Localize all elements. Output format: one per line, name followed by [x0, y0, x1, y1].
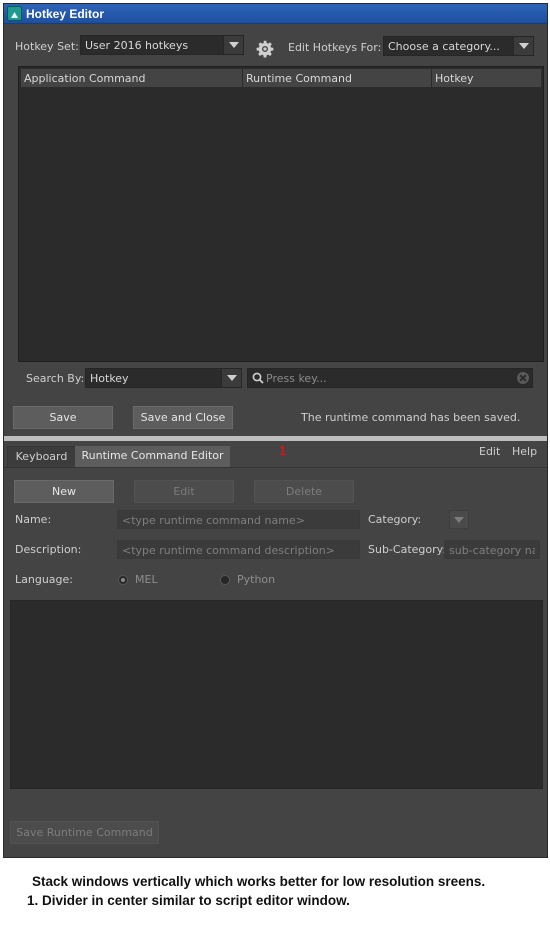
sub-category-label: Sub-Category:: [368, 543, 447, 556]
annotation-line-2: 1. Divider in center similar to script e…: [27, 893, 350, 908]
annotation-notes: Stack windows vertically which works bet…: [27, 872, 547, 910]
pane-divider[interactable]: [4, 436, 547, 441]
hotkey-table[interactable]: Application Command Runtime Command Hotk…: [18, 66, 544, 362]
category-value: Choose a category...: [388, 40, 500, 53]
radio-mel-label: MEL: [135, 573, 158, 586]
radio-python[interactable]: [220, 575, 230, 585]
save-button[interactable]: Save: [13, 406, 113, 429]
category-dropdown[interactable]: Choose a category...: [383, 36, 534, 56]
chevron-down-icon: [223, 36, 243, 54]
search-type-dropdown[interactable]: Hotkey: [85, 368, 242, 388]
column-header-runtime-command[interactable]: Runtime Command: [243, 69, 432, 87]
annotation-marker: 1: [279, 443, 287, 458]
save-runtime-command-button[interactable]: Save Runtime Command: [10, 821, 159, 844]
menu-help[interactable]: Help: [512, 445, 537, 458]
description-field[interactable]: [117, 540, 360, 559]
edit-command-button[interactable]: Edit: [134, 480, 234, 503]
sub-category-field[interactable]: [444, 540, 540, 559]
menu-edit[interactable]: Edit: [479, 445, 500, 458]
new-command-button[interactable]: New: [14, 480, 114, 503]
annotation-line-1: Stack windows vertically which works bet…: [32, 874, 486, 889]
clear-icon[interactable]: [517, 372, 529, 384]
search-field[interactable]: [247, 368, 533, 388]
search-by-label: Search By:: [26, 372, 85, 385]
description-label: Description:: [15, 543, 82, 556]
status-message: The runtime command has been saved.: [301, 411, 521, 424]
column-header-application-command[interactable]: Application Command: [21, 69, 243, 87]
radio-python-label: Python: [237, 573, 276, 586]
gear-icon[interactable]: [256, 40, 274, 58]
name-field[interactable]: [117, 510, 360, 529]
table-header: Application Command Runtime Command Hotk…: [21, 69, 541, 87]
tab-runtime-command-editor[interactable]: Runtime Command Editor: [75, 446, 230, 467]
hotkey-set-dropdown[interactable]: User 2016 hotkeys: [80, 35, 244, 55]
sub-category-input[interactable]: [449, 543, 535, 557]
command-script-editor[interactable]: [10, 600, 543, 789]
hotkey-editor-window: Hotkey Editor Hotkey Set: User 2016 hotk…: [3, 3, 548, 858]
edit-hotkeys-for-label: Edit Hotkeys For:: [288, 41, 382, 54]
name-input[interactable]: [122, 513, 355, 527]
radio-mel[interactable]: [118, 575, 128, 585]
name-label: Name:: [15, 513, 52, 526]
search-input[interactable]: [266, 371, 506, 386]
language-label: Language:: [15, 573, 73, 586]
column-header-hotkey[interactable]: Hotkey: [432, 69, 543, 87]
app-icon: [7, 6, 22, 21]
chevron-down-icon: [221, 369, 241, 387]
search-icon: [252, 372, 264, 384]
tab-divider-line: [4, 467, 547, 468]
rce-category-dropdown[interactable]: [449, 510, 469, 529]
hotkey-set-value: User 2016 hotkeys: [85, 39, 189, 52]
tab-keyboard[interactable]: Keyboard: [7, 446, 76, 467]
search-type-value: Hotkey: [90, 372, 129, 385]
save-and-close-button[interactable]: Save and Close: [133, 406, 233, 429]
description-input[interactable]: [122, 543, 355, 557]
category-label: Category:: [368, 513, 422, 526]
window-title: Hotkey Editor: [26, 7, 105, 21]
chevron-down-icon: [513, 37, 533, 55]
title-bar[interactable]: Hotkey Editor: [4, 4, 547, 24]
hotkey-set-label: Hotkey Set:: [15, 40, 79, 53]
delete-command-button[interactable]: Delete: [254, 480, 354, 503]
